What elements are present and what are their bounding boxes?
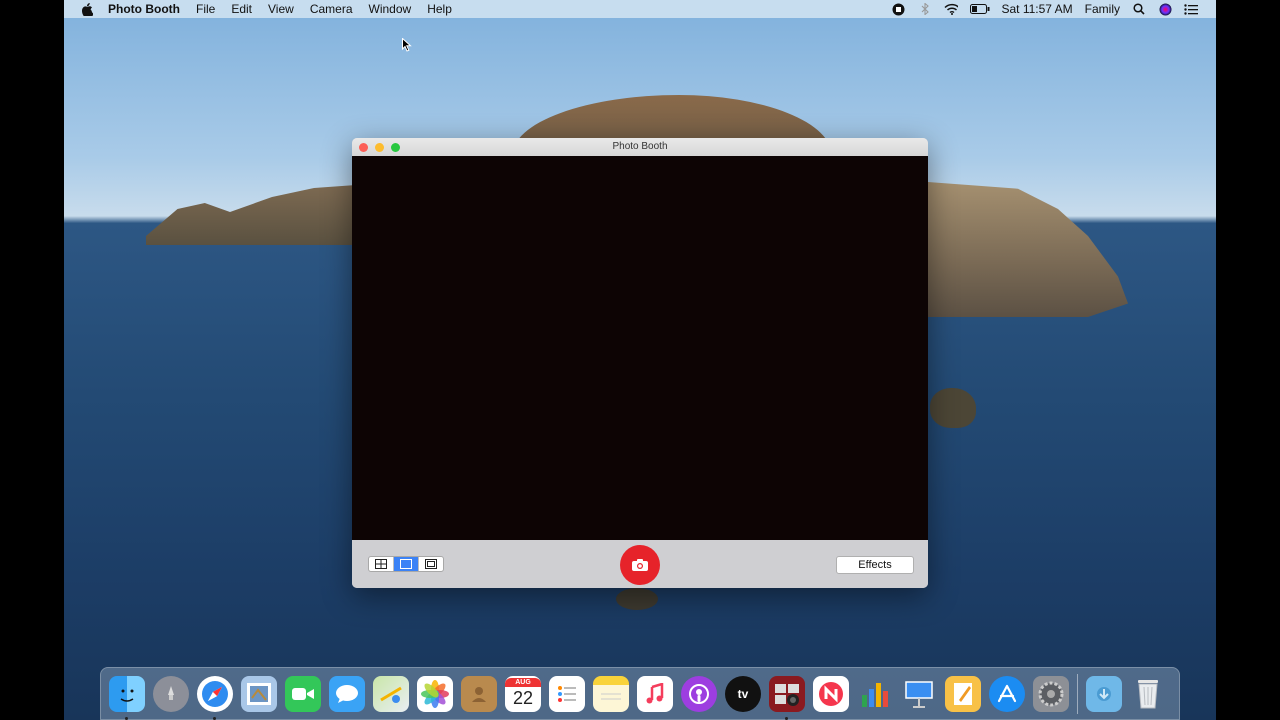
safari-icon[interactable]	[197, 675, 233, 720]
trash-icon[interactable]	[1130, 676, 1166, 712]
menu-file[interactable]: File	[196, 2, 215, 16]
four-up-view-button[interactable]	[369, 557, 394, 571]
take-photo-button[interactable]	[620, 545, 660, 585]
camera-preview	[352, 156, 928, 540]
menu-window[interactable]: Window	[369, 2, 412, 16]
keynote-icon[interactable]	[901, 676, 937, 712]
title-bar[interactable]: Photo Booth	[352, 138, 928, 157]
desktop: Photo Booth File Edit View Camera Window…	[64, 0, 1216, 720]
calendar-month: AUG	[505, 678, 541, 687]
pages-icon[interactable]	[945, 675, 981, 712]
contacts-icon[interactable]	[461, 675, 497, 712]
desktop-rock	[930, 388, 976, 428]
finder-icon[interactable]	[109, 675, 145, 720]
maps-icon[interactable]	[373, 675, 409, 712]
apple-menu-icon[interactable]	[80, 2, 94, 16]
user-menu[interactable]: Family	[1085, 2, 1120, 16]
mail-icon[interactable]	[241, 675, 277, 712]
podcasts-icon[interactable]	[681, 675, 717, 712]
photo-booth-toolbar: Effects	[352, 540, 928, 588]
desktop-island	[928, 182, 1128, 317]
calendar-icon[interactable]: AUG 22	[505, 675, 541, 712]
desktop-island	[146, 185, 356, 245]
wifi-icon[interactable]	[943, 2, 958, 16]
calendar-day: 22	[512, 688, 534, 708]
bluetooth-icon[interactable]	[918, 2, 932, 16]
status-area: Sat 11:57 AM Family	[892, 0, 1198, 18]
window-title: Photo Booth	[612, 141, 668, 152]
tv-label: tv	[737, 686, 749, 701]
running-indicator	[213, 716, 216, 720]
launchpad-icon[interactable]	[153, 675, 189, 712]
desktop-rock	[616, 588, 658, 610]
photos-icon[interactable]	[417, 675, 453, 712]
running-indicator	[125, 716, 128, 720]
menu-edit[interactable]: Edit	[231, 2, 252, 16]
dock: AUG 22 tv	[100, 667, 1180, 720]
app-store-icon[interactable]	[989, 675, 1025, 712]
dock-separator	[1077, 673, 1078, 714]
numbers-icon[interactable]	[857, 676, 893, 712]
system-preferences-icon[interactable]	[1033, 675, 1069, 712]
movie-view-button[interactable]	[419, 557, 443, 571]
single-photo-view-button[interactable]	[394, 557, 419, 571]
menu-bar: Photo Booth File Edit View Camera Window…	[64, 0, 1216, 18]
siri-icon[interactable]	[1158, 2, 1172, 16]
film-strip-icon	[425, 559, 437, 569]
facetime-icon[interactable]	[285, 675, 321, 712]
photo-booth-icon[interactable]	[769, 675, 805, 720]
reminders-icon[interactable]	[549, 675, 585, 712]
messages-icon[interactable]	[329, 675, 365, 712]
camera-icon	[632, 559, 648, 571]
battery-icon[interactable]	[969, 2, 990, 16]
music-icon[interactable]	[637, 675, 673, 712]
single-frame-icon	[400, 559, 412, 569]
photo-booth-window: Photo Booth Effects	[352, 138, 928, 588]
menu-camera[interactable]: Camera	[310, 2, 353, 16]
app-name-menu[interactable]: Photo Booth	[108, 2, 180, 16]
notes-icon[interactable]	[593, 675, 629, 712]
effects-button[interactable]: Effects	[836, 556, 914, 574]
menu-help[interactable]: Help	[427, 2, 452, 16]
running-indicator	[785, 716, 788, 720]
menu-view[interactable]: View	[268, 2, 294, 16]
view-mode-selector	[368, 556, 444, 572]
notification-center-icon[interactable]	[1184, 2, 1198, 16]
clock[interactable]: Sat 11:57 AM	[1002, 2, 1073, 16]
downloads-folder-icon[interactable]	[1086, 675, 1122, 712]
spotlight-search-icon[interactable]	[1132, 2, 1146, 16]
mouse-cursor-icon	[402, 37, 412, 52]
grid-icon	[375, 559, 387, 569]
news-icon[interactable]	[813, 675, 849, 712]
tv-icon[interactable]: tv	[725, 675, 761, 712]
record-stop-icon[interactable]	[892, 2, 906, 16]
